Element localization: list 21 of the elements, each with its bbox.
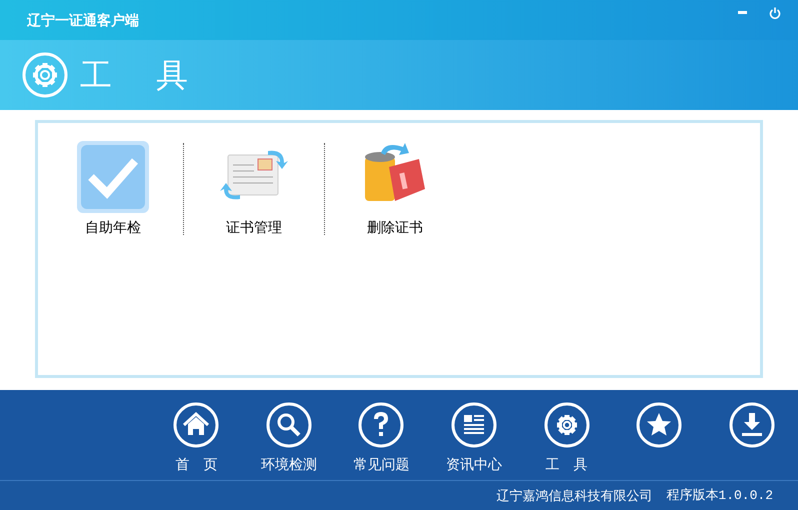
power-icon[interactable]	[769, 7, 781, 19]
nav-button[interactable]: 资讯中心	[428, 390, 520, 480]
nav-button[interactable]: 首 页	[150, 390, 243, 480]
newspaper-icon	[451, 402, 498, 448]
help-icon	[358, 402, 404, 448]
tool-button[interactable]: 删除证书	[325, 141, 465, 238]
home-icon	[173, 402, 220, 448]
minimize-icon[interactable]	[738, 11, 747, 15]
download-icon	[728, 402, 775, 448]
nav-button[interactable]: 工 具	[520, 390, 613, 480]
page-title: 工 具	[80, 56, 194, 95]
settings-icon	[22, 52, 68, 98]
search-icon	[266, 402, 312, 448]
company-name: 辽宁嘉鸿信息科技有限公司	[496, 486, 652, 505]
tool-button[interactable]: 自助年检	[43, 141, 183, 238]
window-title: 辽宁一证通客户端	[27, 10, 139, 30]
settings-icon	[544, 402, 590, 448]
version-text: 程序版本1.0.0.2	[666, 486, 773, 505]
nav-button[interactable]: 环境检测	[242, 390, 336, 480]
nav-button[interactable]: 常见问题	[335, 390, 428, 480]
tool-button[interactable]: 证书管理	[184, 141, 324, 238]
